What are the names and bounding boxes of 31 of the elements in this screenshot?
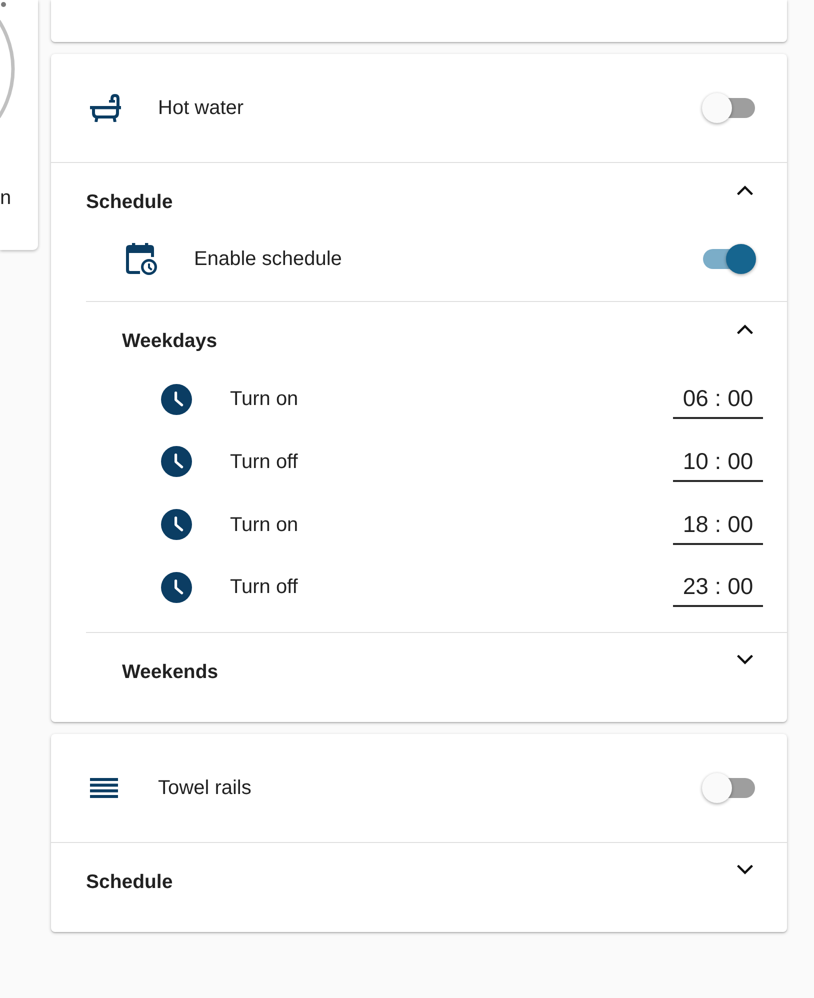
device-name: Towel rails <box>158 776 252 800</box>
section-title: Schedule <box>86 190 173 214</box>
entry-label: Turn on <box>230 387 298 412</box>
bathtub-icon <box>90 94 121 122</box>
clock-icon <box>161 446 192 478</box>
card-text: n <box>0 186 12 210</box>
entry-label: Turn on <box>230 512 298 537</box>
chevron-up-icon[interactable] <box>737 185 753 195</box>
device-name: Hot water <box>158 96 244 120</box>
time-field[interactable]: 06 : 00 <box>673 379 763 420</box>
time-field[interactable]: 10 : 00 <box>673 442 763 482</box>
time-field[interactable]: 23 : 00 <box>673 567 763 608</box>
group-title: Weekdays <box>122 329 218 353</box>
toggle-switch[interactable] <box>702 244 756 274</box>
time-field[interactable]: 18 : 00 <box>673 504 763 545</box>
clock-icon <box>161 384 192 415</box>
clock-icon <box>161 572 192 603</box>
entry-label: Turn off <box>230 450 298 474</box>
enable-label: Enable schedule <box>194 247 342 271</box>
group-title: Weekends <box>122 660 218 684</box>
clock-icon <box>161 509 192 540</box>
chevron-down-icon[interactable] <box>737 654 753 665</box>
entry-label: Turn off <box>230 575 298 600</box>
horizontal-lines-icon <box>90 778 118 798</box>
dot-icon <box>1 2 6 7</box>
chevron-up-icon[interactable] <box>737 324 753 334</box>
chevron-down-icon[interactable] <box>737 865 753 876</box>
section-title: Schedule <box>86 870 173 894</box>
calendar-clock-icon <box>126 243 157 275</box>
toggle-switch[interactable] <box>702 93 756 123</box>
toggle-switch[interactable] <box>702 773 756 804</box>
